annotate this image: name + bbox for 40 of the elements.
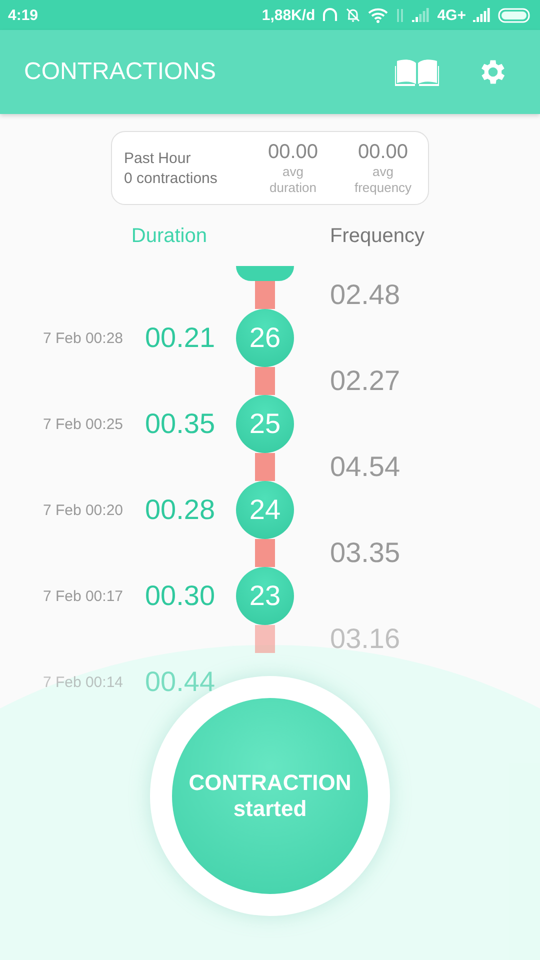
timeline-node: 24 <box>236 481 294 539</box>
frequency-value: 04.54 <box>330 453 402 481</box>
battery-icon <box>498 8 532 22</box>
timeline-node: 23 <box>236 567 294 625</box>
duration-value: 00.35 <box>144 408 216 440</box>
timeline-node: 25 <box>236 395 294 453</box>
data-speed: 1,88K/d <box>262 6 316 24</box>
wifi-icon <box>368 8 388 22</box>
stat-value: 00.00 <box>358 140 408 164</box>
frequency-value: 02.27 <box>330 367 402 395</box>
frequency-value: 03.35 <box>330 539 402 567</box>
app-title: CONTRACTIONS <box>24 58 217 86</box>
contraction-time: 7 Feb 00:25 <box>42 416 123 432</box>
duration-value: 00.28 <box>144 494 216 526</box>
timeline-node: 26 <box>236 309 294 367</box>
frequency-value: 03.16 <box>330 625 402 653</box>
contraction-time: 7 Feb 00:14 <box>42 674 123 690</box>
data-arrows-icon <box>395 8 406 22</box>
column-tab[interactable]: Frequency <box>330 224 540 248</box>
contraction-time: 7 Feb 00:17 <box>42 588 123 604</box>
stat-label: avg frequency <box>353 164 413 196</box>
contraction-time: 7 Feb 00:20 <box>42 502 123 518</box>
stat-value: 00.00 <box>268 140 318 164</box>
contraction-count: 0 contractions <box>124 170 218 186</box>
period-label: Past Hour <box>124 150 192 166</box>
timeline-node <box>236 266 294 281</box>
frequency-value: 02.48 <box>330 281 402 309</box>
stat-label: avg duration <box>268 164 318 196</box>
signal-icon <box>412 8 430 22</box>
clock: 4:19 <box>8 6 38 24</box>
headphones-icon <box>322 7 338 23</box>
duration-value: 00.21 <box>144 322 216 354</box>
contraction-time: 7 Feb 00:28 <box>42 330 123 346</box>
column-tab[interactable]: Duration <box>131 224 207 248</box>
network-type: 4G+ <box>437 6 466 24</box>
duration-value: 00.44 <box>144 666 216 698</box>
muted-bell-icon <box>345 7 362 23</box>
signal-icon <box>473 8 491 22</box>
duration-value: 00.30 <box>144 580 216 612</box>
contraction-button[interactable]: CONTRACTION started <box>172 698 368 894</box>
